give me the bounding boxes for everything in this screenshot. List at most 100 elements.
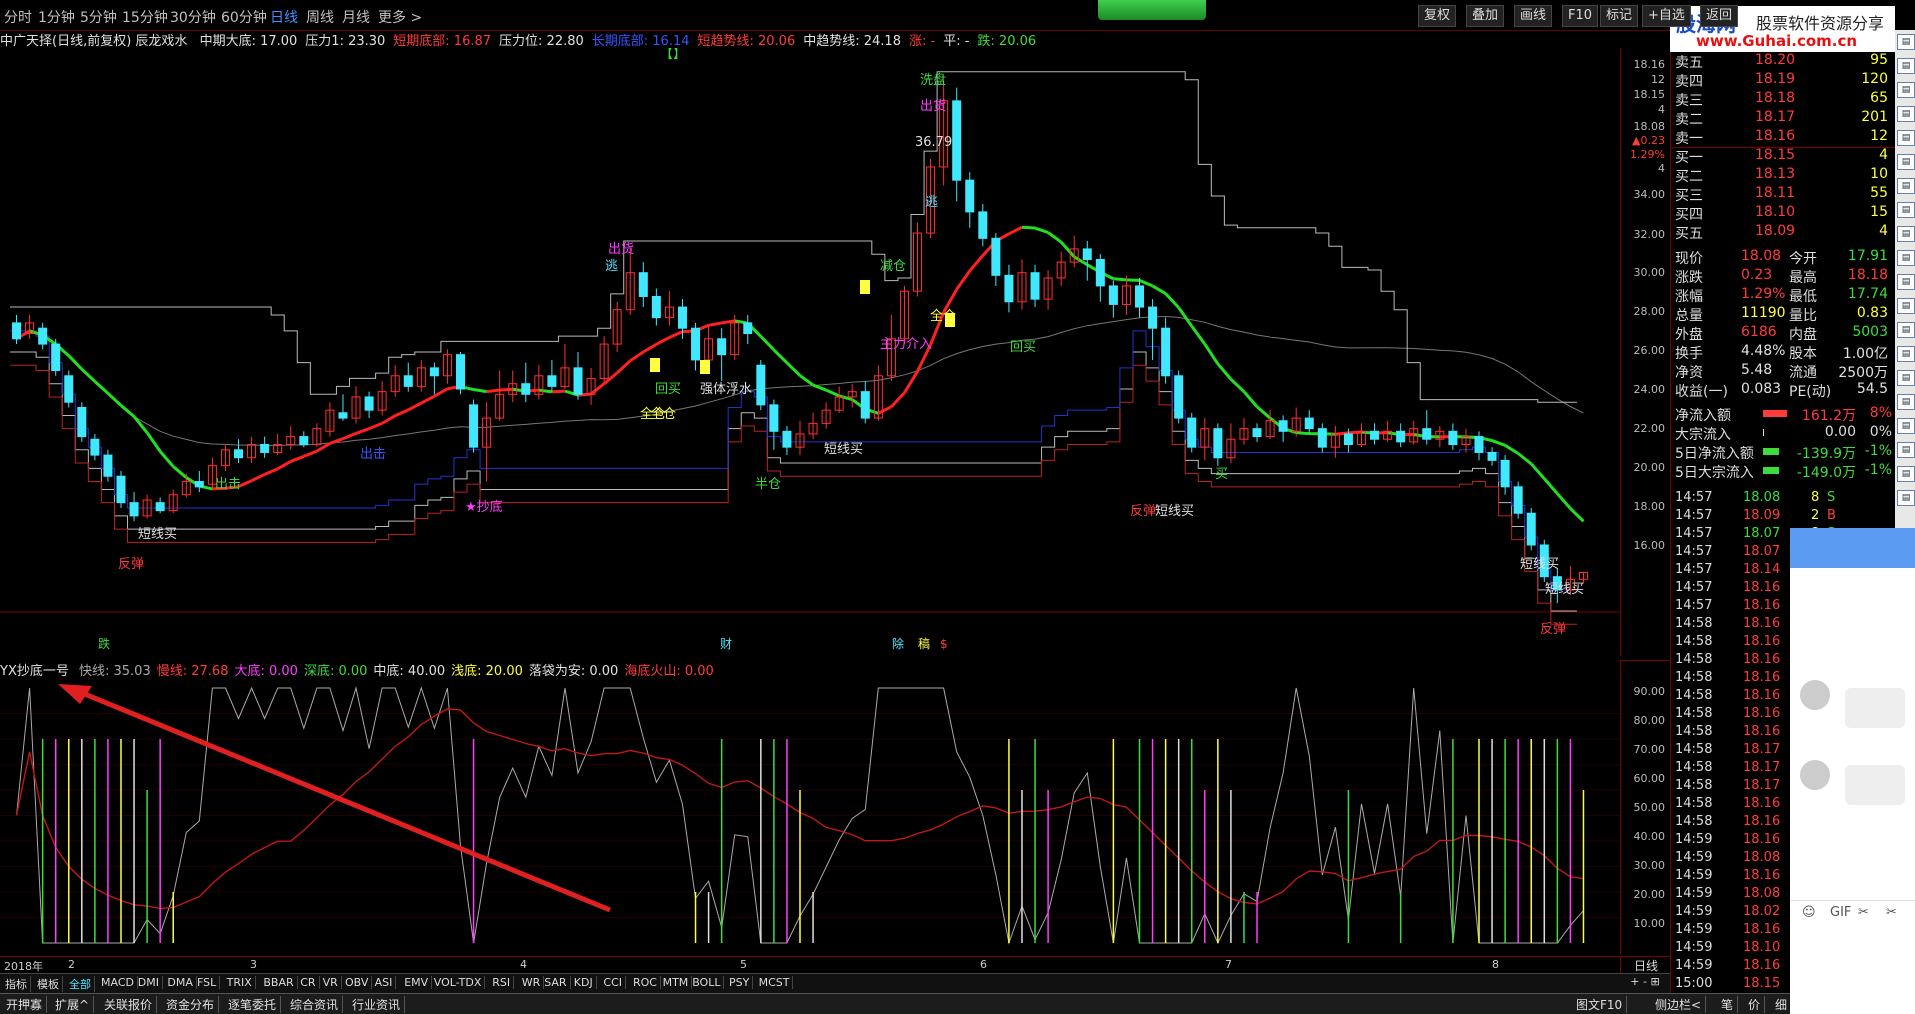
period-tab[interactable]: 周线 [306,7,334,27]
indicator-tab[interactable]: FSL [194,976,221,989]
side-tool-icon[interactable]: ▤ [1897,490,1915,506]
period-tab[interactable]: 5分钟 [80,7,117,27]
position-marker [945,313,955,327]
window-tab-handle[interactable] [1098,0,1206,20]
zoom-controls[interactable]: + - ⊞ [1620,975,1670,988]
tick-price: 18.17 [1743,742,1781,757]
orderbook-row[interactable]: 卖三 18.18 65 [1671,90,1896,109]
chat-tool-icon[interactable]: GIF [1830,905,1851,920]
side-tool-icon[interactable]: ▤ [1897,370,1915,386]
orderbook-row[interactable]: 买三 18.11 55 [1671,185,1896,204]
flow-label: 大宗流入 [1675,427,1731,443]
side-tool-icon[interactable]: ▤ [1897,274,1915,290]
side-tool-icon[interactable]: ▤ [1897,82,1915,98]
indicator-tab[interactable]: VR [320,976,342,989]
bottom-tab[interactable]: 笔 [1717,996,1739,1013]
side-tool-icon[interactable]: ▤ [1897,178,1915,194]
toolbar-button[interactable]: 复权 [1418,5,1457,27]
side-tool-icon[interactable]: ▤ [1897,106,1915,122]
side-tool-icon[interactable]: ▤ [1897,34,1915,50]
bottom-tab[interactable]: 行业资讯 [348,996,406,1013]
indicator-tab[interactable]: ASI [372,976,397,989]
bottom-tab[interactable]: 价 [1744,996,1766,1013]
indicator-tab[interactable]: SAR [541,976,571,989]
side-tool-icon[interactable]: ▤ [1897,442,1915,458]
toolbar-button[interactable]: 画线 [1514,5,1553,27]
indicator-tab[interactable]: BOLL [689,976,725,989]
indicator-tab[interactable]: OBV [342,976,373,989]
bottom-tab[interactable]: 扩展^ [51,996,95,1013]
orderbook-row[interactable]: 卖五 18.20 95 [1671,52,1896,71]
indicator-name[interactable]: YX抄底一号 [0,664,69,679]
orderbook-row[interactable]: 买一 18.15 4 [1671,147,1896,166]
toolbar-button[interactable]: F10 [1562,5,1599,27]
orderbook-row[interactable]: 卖一 18.16 12 [1671,128,1896,147]
indicator-tab[interactable]: RSI [489,976,515,989]
trend-ma-segment [1190,325,1207,345]
indicator-chart[interactable] [0,678,1620,953]
signal-label: 出货 [920,98,946,114]
toolbar-button[interactable]: 标记 [1600,5,1639,27]
indicator-tab[interactable]: ROC [630,976,661,989]
bottom-tab[interactable]: 开押寡 [2,996,48,1013]
indicator-tab[interactable]: 指标 [2,976,31,992]
indicator-tab[interactable]: EMV [401,976,433,989]
side-tool-icon[interactable]: ▤ [1897,58,1915,74]
period-tab[interactable]: 分时 [4,7,32,27]
side-tool-icon[interactable]: ▤ [1897,202,1915,218]
side-tool-icon[interactable]: ▤ [1897,226,1915,242]
side-tool-icon[interactable]: ▤ [1897,298,1915,314]
indicator-tab[interactable]: VOL-TDX [431,976,486,989]
indicator-tab[interactable]: PSY [726,976,754,989]
indicator-value: 深底: 0.00 [303,664,368,679]
side-tool-icon[interactable]: ▤ [1897,154,1915,170]
bottom-tab[interactable]: 关联报价 [100,996,158,1013]
bottom-tab[interactable]: 资金分布 [162,996,220,1013]
side-tool-icon[interactable]: ▤ [1897,130,1915,146]
orderbook-row[interactable]: 买二 18.13 10 [1671,166,1896,185]
orderbook-row[interactable]: 买四 18.10 15 [1671,204,1896,223]
bottom-tab[interactable]: 逐笔委托 [224,996,282,1013]
side-tool-icon[interactable]: ▤ [1897,418,1915,434]
chat-tool-icon[interactable]: ✂ [1858,905,1869,920]
indicator-tab[interactable]: 全部 [66,976,95,992]
period-tab[interactable]: 更多 > [378,7,422,27]
indicator-tab[interactable]: MACD [98,976,138,989]
period-tab[interactable]: 日线 [270,7,298,27]
orderbook-row[interactable]: 卖四 18.19 120 [1671,71,1896,90]
indicator-tab[interactable]: CR [297,976,320,989]
side-tool-icon[interactable]: ▤ [1897,250,1915,266]
chat-tool-icon[interactable]: ✂ [1886,905,1897,920]
trend-ma-segment [708,321,722,327]
bottom-tab[interactable]: 综合资讯 [286,996,344,1013]
period-tab[interactable]: 月线 [342,7,370,27]
indicator-tab[interactable]: MCST [756,976,794,989]
chat-tool-icon[interactable]: ☺ [1802,905,1816,920]
toolbar-button[interactable]: 叠加 [1466,5,1505,27]
candle-body [547,375,557,387]
side-tool-icon[interactable]: ▤ [1897,394,1915,410]
indicator-tab[interactable]: CCI [600,976,626,989]
side-tool-icon[interactable]: ▤ [1897,346,1915,362]
toolbar-button[interactable]: +自选 [1642,5,1691,27]
indicator-tab[interactable]: BBAR [260,976,298,989]
period-tab[interactable]: 1分钟 [38,7,75,27]
side-tool-icon[interactable]: ▤ [1897,466,1915,482]
indicator-tab[interactable]: DMI [135,976,164,989]
indicator-tab[interactable]: DMA [164,976,197,989]
bottom-tab[interactable]: 细 [1771,996,1793,1013]
indicator-tab[interactable]: 模板 [34,976,63,992]
orderbook-row[interactable]: 买五 18.09 4 [1671,223,1896,242]
indicator-tab[interactable]: TRIX [224,976,256,989]
period-tab[interactable]: 15分钟 [122,7,168,27]
bottom-tab[interactable]: 图文F10 [1572,996,1628,1013]
toolbar-button[interactable]: 返回 [1700,5,1739,27]
indicator-tab[interactable]: MTM [660,976,693,989]
period-tab[interactable]: 30分钟 [170,7,216,27]
indicator-tab[interactable]: KDJ [571,976,597,989]
price-chart[interactable]: 洗盘出货36.79逃出货逃 减仓主力介入 回买全仓回买 强体浮水全仓短线买半仓全仓出击… [0,48,1620,656]
bottom-tab[interactable]: 侧边栏< [1651,996,1707,1013]
orderbook-row[interactable]: 卖二 18.17 201 [1671,109,1896,128]
side-tool-icon[interactable]: ▤ [1897,322,1915,338]
period-tab[interactable]: 60分钟 [221,7,267,27]
